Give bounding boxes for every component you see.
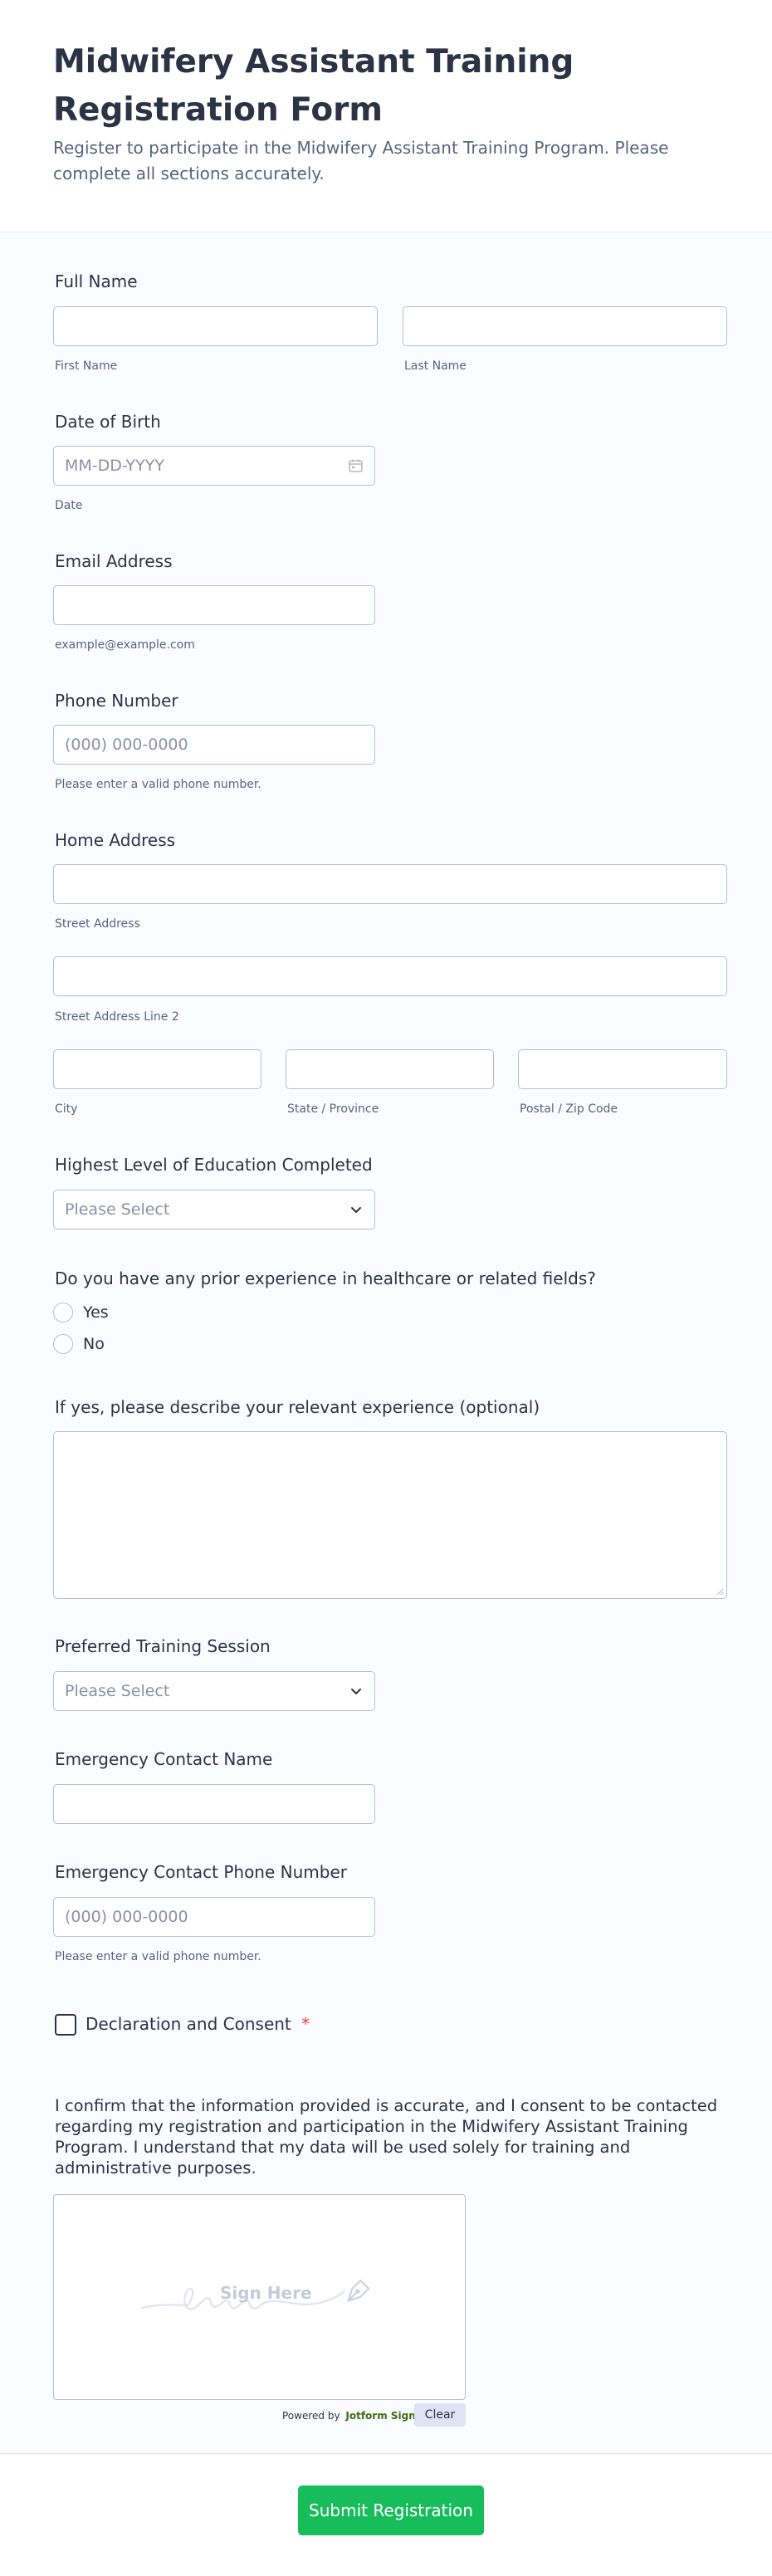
radio-button[interactable] bbox=[53, 1334, 73, 1354]
education-selected-value: Please Select bbox=[65, 1200, 170, 1219]
city-input[interactable] bbox=[53, 1049, 261, 1089]
radio-button[interactable] bbox=[53, 1303, 73, 1322]
consent-label-text: Declaration and Consent bbox=[86, 2014, 291, 2034]
street-address-line2-sublabel: Street Address Line 2 bbox=[55, 1010, 179, 1024]
experience-description-label: If yes, please describe your relevant ex… bbox=[55, 1397, 540, 1417]
experience-description-textarea[interactable] bbox=[53, 1431, 727, 1599]
state-sublabel: State / Province bbox=[287, 1102, 379, 1116]
chevron-down-icon bbox=[351, 1207, 361, 1213]
resize-grip-icon[interactable] bbox=[714, 1586, 724, 1596]
first-name-input[interactable] bbox=[53, 306, 378, 346]
full-name-label: Full Name bbox=[55, 271, 138, 291]
consent-checkbox[interactable] bbox=[55, 2014, 76, 2036]
signature-placeholder: Sign Here bbox=[220, 2283, 312, 2303]
signature-clear-button[interactable]: Clear bbox=[414, 2403, 466, 2427]
experience-option-no[interactable]: No bbox=[53, 1334, 105, 1354]
address-label: Home Address bbox=[55, 830, 176, 850]
education-select[interactable]: Please Select bbox=[53, 1190, 375, 1229]
session-label: Preferred Training Session bbox=[55, 1636, 271, 1656]
dob-input[interactable] bbox=[53, 446, 375, 486]
radio-label: No bbox=[83, 1335, 105, 1353]
state-input[interactable] bbox=[286, 1049, 494, 1089]
phone-input[interactable] bbox=[53, 725, 375, 765]
city-sublabel: City bbox=[55, 1102, 78, 1116]
emergency-phone-label: Emergency Contact Phone Number bbox=[55, 1862, 347, 1882]
street-address-line2-input[interactable] bbox=[53, 956, 727, 996]
consent-text: I confirm that the information provided … bbox=[55, 2096, 718, 2178]
last-name-input[interactable] bbox=[403, 306, 727, 346]
powered-by-text: Powered by bbox=[282, 2410, 340, 2422]
phone-sublabel: Please enter a valid phone number. bbox=[55, 778, 261, 791]
signature-powered-by: Powered by Jotform Sign bbox=[282, 2410, 416, 2422]
submit-button[interactable]: Submit Registration bbox=[298, 2486, 484, 2535]
consent-label: Declaration and Consent * bbox=[86, 2014, 310, 2034]
chevron-down-icon bbox=[351, 1689, 361, 1694]
session-select[interactable]: Please Select bbox=[53, 1671, 375, 1711]
experience-label: Do you have any prior experience in heal… bbox=[55, 1268, 596, 1288]
session-selected-value: Please Select bbox=[65, 1682, 170, 1700]
postal-code-sublabel: Postal / Zip Code bbox=[520, 1102, 618, 1116]
jotform-sign-link[interactable]: Jotform Sign bbox=[345, 2410, 415, 2422]
form-subtitle: Register to participate in the Midwifery… bbox=[53, 138, 669, 183]
emergency-phone-input[interactable] bbox=[53, 1897, 375, 1937]
first-name-sublabel: First Name bbox=[55, 359, 118, 373]
dob-label: Date of Birth bbox=[55, 412, 161, 432]
education-label: Highest Level of Education Completed bbox=[55, 1155, 373, 1175]
emergency-name-label: Emergency Contact Name bbox=[55, 1749, 273, 1769]
postal-code-input[interactable] bbox=[518, 1049, 727, 1089]
radio-label: Yes bbox=[83, 1303, 109, 1322]
phone-label: Phone Number bbox=[55, 691, 178, 711]
email-label: Email Address bbox=[55, 551, 173, 571]
emergency-phone-sublabel: Please enter a valid phone number. bbox=[55, 1950, 261, 1963]
pen-icon bbox=[347, 2279, 370, 2302]
street-address-sublabel: Street Address bbox=[55, 917, 140, 931]
street-address-input[interactable] bbox=[53, 864, 727, 904]
experience-option-yes[interactable]: Yes bbox=[53, 1303, 109, 1322]
signature-pad[interactable]: Sign Here bbox=[53, 2194, 466, 2400]
email-input[interactable] bbox=[53, 585, 375, 625]
calendar-icon[interactable] bbox=[349, 459, 363, 472]
last-name-sublabel: Last Name bbox=[404, 359, 467, 373]
email-sublabel: example@example.com bbox=[55, 638, 195, 652]
form-header: Midwifery Assistant Training Registratio… bbox=[0, 0, 772, 232]
required-asterisk: * bbox=[301, 2014, 310, 2034]
dob-sublabel: Date bbox=[55, 499, 83, 512]
form-title: Midwifery Assistant Training Registratio… bbox=[53, 43, 574, 129]
emergency-name-input[interactable] bbox=[53, 1784, 375, 1824]
